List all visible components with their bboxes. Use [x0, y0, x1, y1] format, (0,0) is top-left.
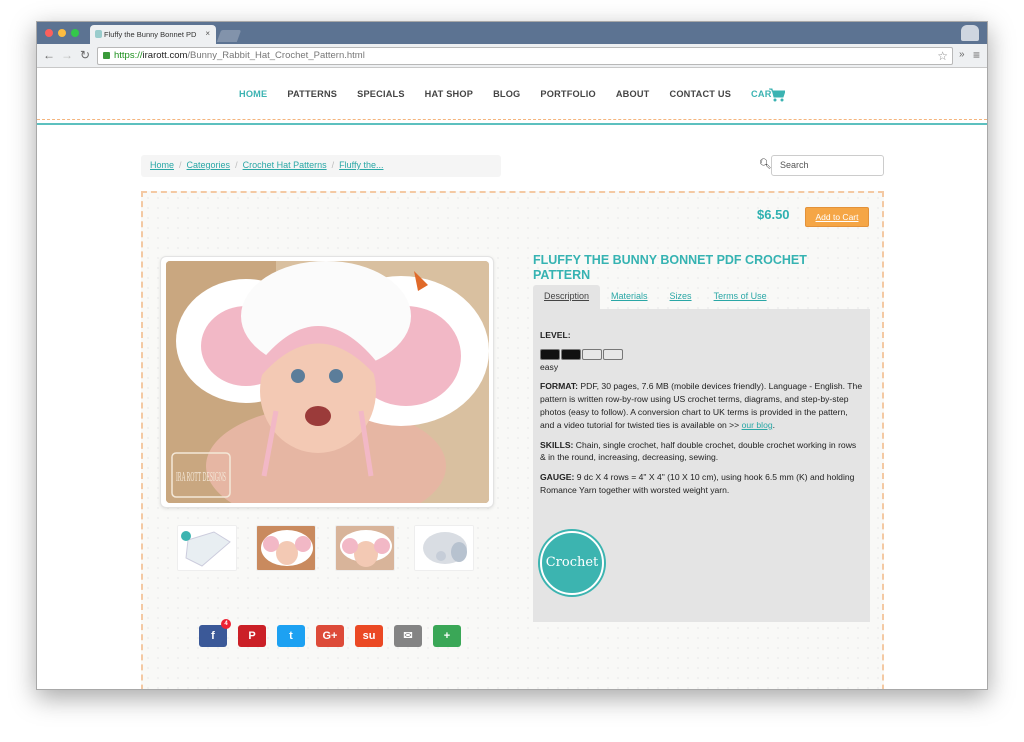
header-dashed-divider — [37, 119, 987, 120]
menu-item-contact-us[interactable]: CONTACT US — [669, 89, 731, 99]
gauge-text: 9 dc X 4 rows = 4" X 4" (10 X 10 cm), us… — [540, 472, 855, 495]
extensions-chevron-icon[interactable]: » — [959, 48, 965, 62]
menu-item-about[interactable]: ABOUT — [616, 89, 650, 99]
favicon-icon — [95, 30, 102, 38]
menu-item-patterns[interactable]: PATTERNS — [287, 89, 337, 99]
level-box — [561, 349, 581, 361]
google-plus-icon[interactable]: G+ — [316, 625, 344, 647]
level-label: LEVEL: — [540, 330, 571, 340]
breadcrumb-crochet-hat-patterns[interactable]: Crochet Hat Patterns — [243, 160, 327, 170]
format-label: FORMAT: — [540, 381, 579, 392]
tab-description[interactable]: Description — [533, 285, 601, 309]
email-icon[interactable]: ✉ — [394, 625, 422, 647]
search-input[interactable]: Search — [771, 155, 884, 176]
product-panel: $6.50 Add to Cart IRA ROTT DESIGNS FLUFF… — [141, 191, 884, 689]
cart-icon[interactable] — [769, 88, 785, 102]
email-label: ✉ — [403, 630, 413, 642]
tab-bar: Fluffy the Bunny Bonnet PD × — [37, 22, 987, 44]
skills-paragraph: SKILLS: Chain, single crochet, half doub… — [540, 439, 863, 465]
main-product-image[interactable]: IRA ROTT DESIGNS — [160, 256, 494, 508]
breadcrumb-current[interactable]: Fluffy the... — [339, 160, 383, 170]
stumbleupon-icon[interactable]: su — [355, 625, 383, 647]
format-paragraph: FORMAT: PDF, 30 pages, 7.6 MB (mobile de… — [540, 380, 863, 431]
level-box — [603, 349, 623, 361]
add-to-cart-button-top[interactable]: Add to Cart — [805, 207, 869, 227]
forward-arrow-icon[interactable]: → — [61, 48, 73, 62]
url-field[interactable]: https://irarott.com/Bunny_Rabbit_Hat_Cro… — [97, 47, 953, 65]
breadcrumb-categories[interactable]: Categories — [187, 160, 231, 170]
address-toolbar: ← → ↻ https://irarott.com/Bunny_Rabbit_H… — [37, 44, 987, 68]
star-icon[interactable]: ☆ — [937, 48, 948, 64]
google-plus-label: G+ — [322, 630, 338, 642]
menu-item-hat-shop[interactable]: HAT SHOP — [425, 89, 473, 99]
thumbnail-4[interactable] — [414, 525, 474, 571]
pinterest-label: P — [248, 630, 256, 642]
breadcrumb-home[interactable]: Home — [150, 160, 174, 170]
close-tab-icon[interactable]: × — [205, 29, 210, 38]
social-share-bar: f4 P t G+ su ✉ + — [199, 619, 461, 647]
back-arrow-icon[interactable]: ← — [43, 48, 55, 62]
tab-materials[interactable]: Materials — [600, 285, 659, 309]
menu-item-blog[interactable]: BLOG — [493, 89, 520, 99]
browser-tab[interactable]: Fluffy the Bunny Bonnet PD × — [90, 25, 216, 44]
price-top: $6.50 — [757, 207, 790, 222]
url-path: /Bunny_Rabbit_Hat_Crochet_Pattern.html — [187, 50, 365, 61]
new-tab-button[interactable] — [216, 30, 242, 42]
web-page: HOME PATTERNS SPECIALS HAT SHOP BLOG POR… — [37, 69, 987, 689]
search-icon[interactable]: 🔍︎ — [759, 159, 772, 170]
facebook-icon[interactable]: f4 — [199, 619, 231, 647]
stumbleupon-label: su — [362, 630, 376, 642]
share-label: + — [443, 630, 451, 642]
level-box — [582, 349, 602, 361]
breadcrumb-separator: / — [331, 160, 335, 170]
minimize-window-button[interactable] — [58, 29, 66, 37]
tab-terms-of-use[interactable]: Terms of Use — [703, 285, 778, 309]
close-window-button[interactable] — [45, 29, 53, 37]
crochet-badge: Crochet — [540, 531, 604, 595]
thumbnail-3[interactable] — [335, 525, 395, 571]
maximize-window-button[interactable] — [71, 29, 79, 37]
tab-title: Fluffy the Bunny Bonnet PD — [104, 30, 197, 39]
hamburger-menu-icon[interactable]: ≡ — [973, 48, 980, 62]
tab-sizes[interactable]: Sizes — [659, 285, 703, 309]
url-scheme: https:// — [114, 50, 143, 61]
user-profile-icon[interactable] — [961, 25, 979, 41]
format-end: . — [772, 419, 776, 430]
image-watermark: IRA ROTT DESIGNS — [176, 470, 226, 485]
share-count-badge: 4 — [221, 619, 231, 629]
menu-item-home[interactable]: HOME — [239, 89, 267, 99]
facebook-label: f — [211, 630, 215, 642]
breadcrumb-separator: / — [235, 160, 238, 170]
browser-window: Fluffy the Bunny Bonnet PD × ← → ↻ https… — [36, 21, 988, 690]
thumbnail-2[interactable] — [256, 525, 316, 571]
level-value: easy — [540, 361, 559, 372]
skills-text: Chain, single crochet, half double croch… — [540, 439, 857, 463]
reload-icon[interactable]: ↻ — [80, 48, 90, 62]
our-blog-link[interactable]: our blog — [742, 420, 773, 430]
breadcrumb: Home / Categories / Crochet Hat Patterns / Flu… — [141, 155, 501, 177]
description-panel: LEVEL: easy FORMAT: PDF, 30 pages, 7.6 M… — [533, 309, 870, 622]
menu-item-specials[interactable]: SPECIALS — [357, 89, 405, 99]
format-text: PDF, 30 pages, 7.6 MB (mobile devices fr… — [540, 381, 863, 430]
url-host: irarott.com — [142, 50, 188, 61]
menu-item-portfolio[interactable]: PORTFOLIO — [540, 89, 595, 99]
level-indicator — [540, 348, 863, 361]
lock-icon — [103, 52, 110, 59]
thumbnail-1[interactable] — [177, 525, 237, 571]
gauge-label: GAUGE: — [540, 472, 575, 483]
gauge-paragraph: GAUGE: 9 dc X 4 rows = 4" X 4" (10 X 10 … — [540, 471, 863, 497]
pinterest-icon[interactable]: P — [238, 625, 266, 647]
baby-bunny-bonnet-photo: IRA ROTT DESIGNS — [166, 261, 489, 503]
product-tabs: Description Materials Sizes Terms of Use — [533, 285, 778, 309]
twitter-icon[interactable]: t — [277, 625, 305, 647]
share-icon[interactable]: + — [433, 625, 461, 647]
twitter-label: t — [289, 630, 293, 642]
product-title: FLUFFY THE BUNNY BONNET PDF CROCHET PATT… — [533, 253, 807, 282]
main-menu: HOME PATTERNS SPECIALS HAT SHOP BLOG POR… — [239, 89, 797, 99]
breadcrumb-separator: / — [179, 160, 182, 170]
skills-label: SKILLS: — [540, 439, 574, 450]
level-box — [540, 349, 560, 361]
site-header: HOME PATTERNS SPECIALS HAT SHOP BLOG POR… — [37, 69, 987, 125]
